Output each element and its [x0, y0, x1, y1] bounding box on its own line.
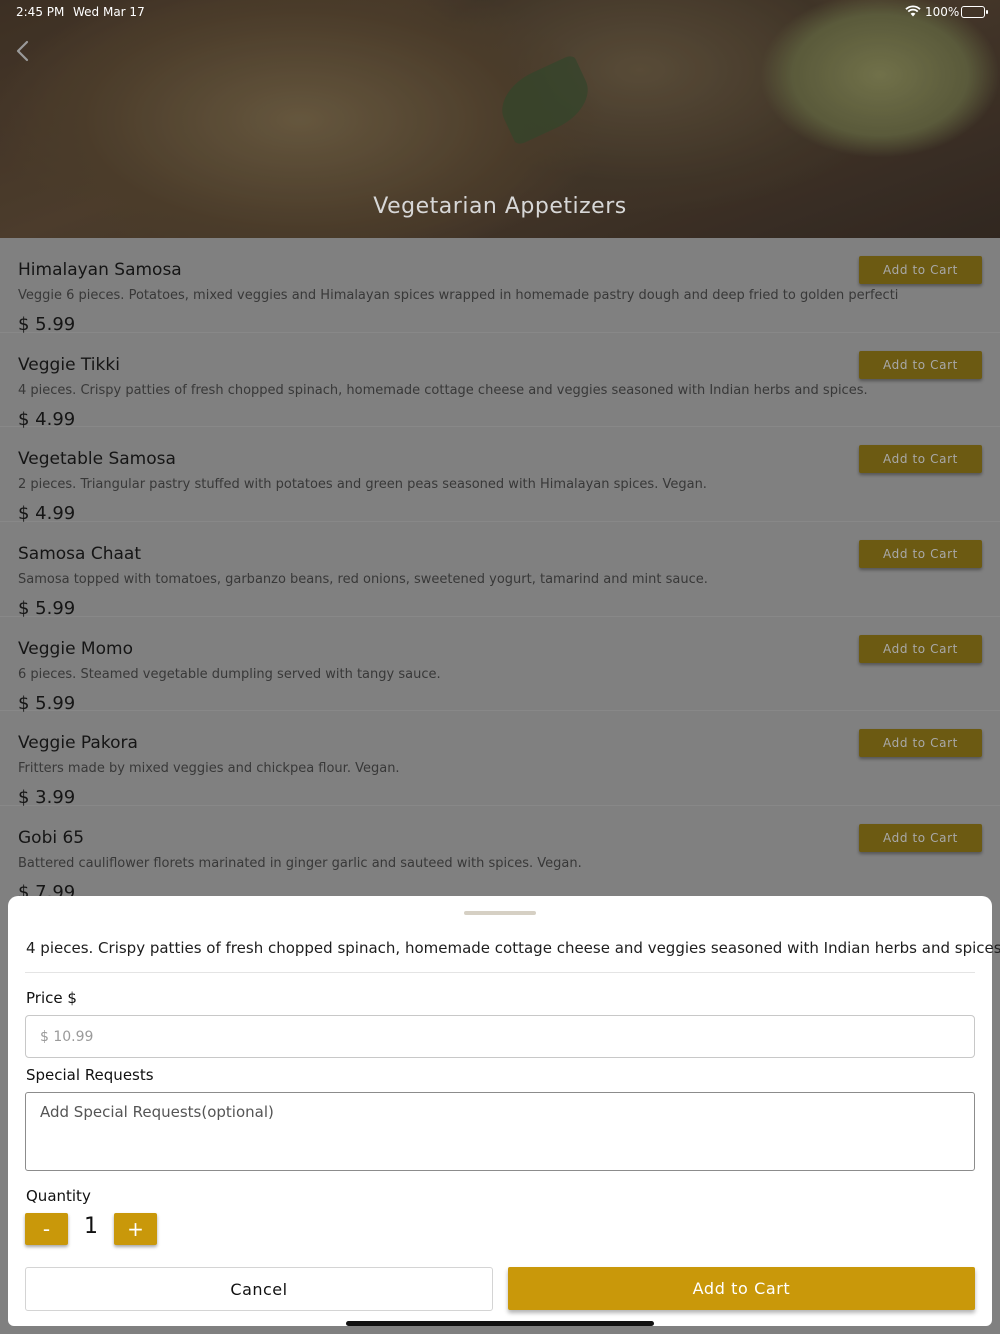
- add-to-cart-button[interactable]: Add to Cart: [859, 634, 982, 663]
- item-description: Battered cauliflower florets marinated i…: [18, 856, 582, 872]
- chevron-left-icon[interactable]: [12, 38, 36, 64]
- item-name: Gobi 65: [18, 828, 85, 849]
- add-to-cart-button[interactable]: Add to Cart: [859, 729, 982, 758]
- add-to-cart-button[interactable]: Add to Cart: [859, 824, 982, 853]
- list-item: Gobi 65 Battered cauliflower florets mar…: [0, 806, 1000, 898]
- item-name: Veggie Momo: [18, 638, 133, 659]
- price-field[interactable]: [25, 1015, 975, 1058]
- list-item: Veggie Momo 6 pieces. Steamed vegetable …: [0, 617, 1000, 714]
- item-name: Vegetable Samosa: [18, 449, 176, 470]
- sheet-drag-handle[interactable]: [464, 911, 536, 915]
- special-requests-input[interactable]: [25, 1092, 975, 1171]
- add-to-cart-button[interactable]: Add to Cart: [859, 540, 982, 569]
- item-description: Veggie 6 pieces. Potatoes, mixed veggies…: [18, 288, 898, 303]
- item-description: Fritters made by mixed veggies and chick…: [18, 761, 400, 777]
- list-item: Veggie Tikki 4 pieces. Crispy patties of…: [0, 333, 1000, 430]
- menu-list: Himalayan Samosa Veggie 6 pieces. Potato…: [0, 238, 1000, 898]
- wifi-icon: [905, 5, 921, 17]
- divider: [25, 972, 975, 973]
- quantity-value: 1: [84, 1214, 98, 1239]
- list-item: Samosa Chaat Samosa topped with tomatoes…: [0, 522, 1000, 619]
- sheet-item-description: 4 pieces. Crispy patties of fresh choppe…: [26, 939, 1000, 957]
- quantity-decrease-button[interactable]: -: [25, 1213, 68, 1245]
- special-requests-label: Special Requests: [26, 1066, 154, 1084]
- home-indicator[interactable]: [346, 1321, 654, 1326]
- battery-icon: [961, 6, 988, 18]
- item-description: 4 pieces. Crispy patties of fresh choppe…: [18, 382, 868, 398]
- page-title: Vegetarian Appetizers: [373, 194, 627, 219]
- price-label: Price $: [26, 989, 77, 1007]
- item-name: Veggie Tikki: [18, 354, 120, 375]
- list-item: Vegetable Samosa 2 pieces. Triangular pa…: [0, 427, 1000, 524]
- item-name: Veggie Pakora: [18, 733, 138, 754]
- item-detail-sheet: 4 pieces. Crispy patties of fresh choppe…: [8, 896, 1000, 1326]
- item-name: Himalayan Samosa: [18, 260, 182, 280]
- item-name: Samosa Chaat: [18, 544, 141, 565]
- item-description: 2 pieces. Triangular pastry stuffed with…: [18, 477, 707, 493]
- cancel-button[interactable]: Cancel: [25, 1267, 493, 1311]
- hero-banner: Vegetarian Appetizers: [0, 0, 1000, 238]
- add-to-cart-button[interactable]: Add to Cart: [859, 256, 982, 284]
- item-description: 6 pieces. Steamed vegetable dumpling ser…: [18, 666, 441, 682]
- item-description: Samosa topped with tomatoes, garbanzo be…: [18, 572, 708, 588]
- quantity-label: Quantity: [26, 1187, 91, 1205]
- add-to-cart-button[interactable]: Add to Cart: [859, 350, 982, 379]
- list-item: Veggie Pakora Fritters made by mixed veg…: [0, 711, 1000, 808]
- status-date: Wed Mar 17: [73, 5, 145, 19]
- quantity-increase-button[interactable]: +: [114, 1213, 157, 1245]
- status-time: 2:45 PM: [16, 5, 65, 19]
- add-to-cart-button[interactable]: Add to Cart: [859, 445, 982, 474]
- battery-percent: 100%: [925, 5, 960, 19]
- status-bar: 2:45 PM Wed Mar 17 100%: [0, 0, 1000, 24]
- add-to-cart-confirm-button[interactable]: Add to Cart: [508, 1267, 975, 1310]
- list-item: Himalayan Samosa Veggie 6 pieces. Potato…: [0, 238, 1000, 335]
